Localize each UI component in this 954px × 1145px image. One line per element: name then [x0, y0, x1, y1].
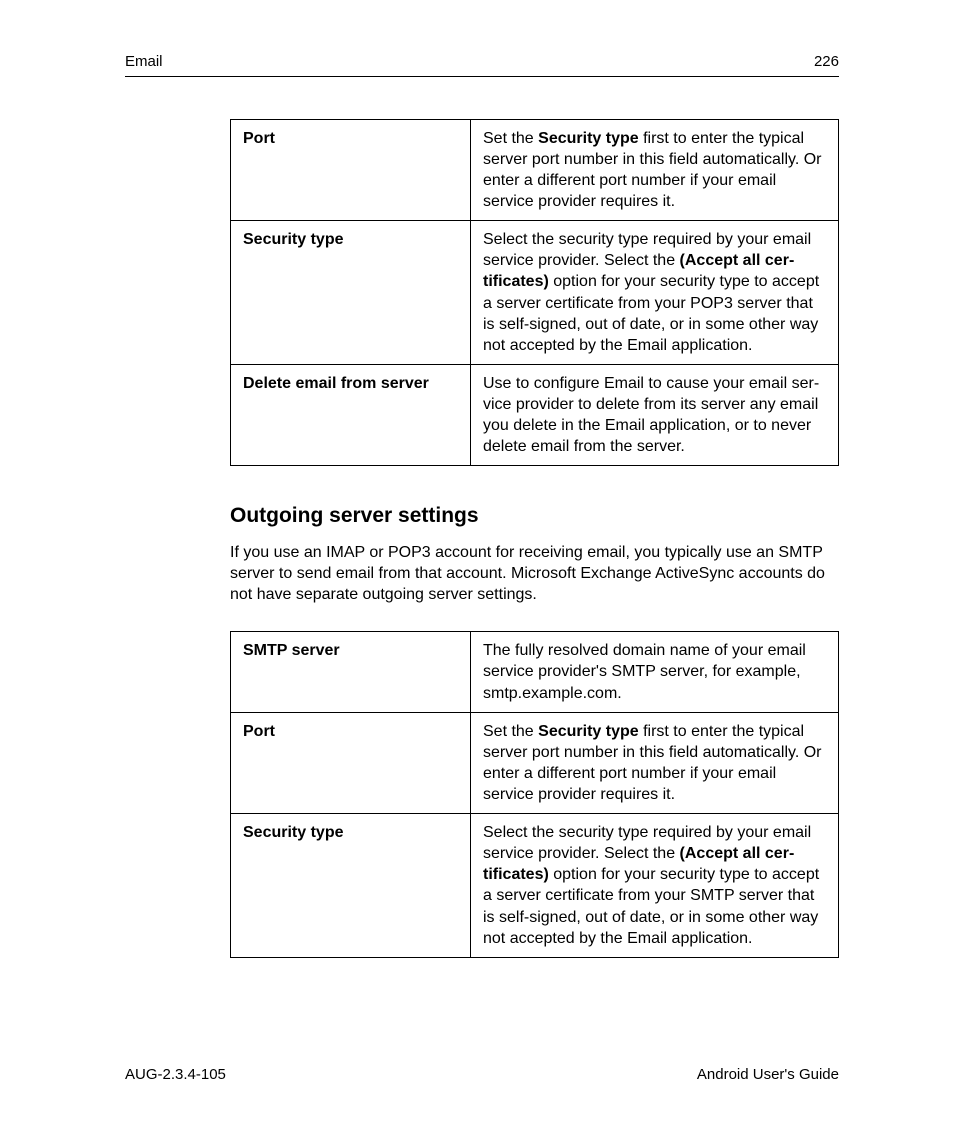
section-intro: If you use an IMAP or POP3 account for r… [230, 542, 839, 605]
setting-description: Select the security type required by you… [471, 814, 839, 958]
setting-label: Security type [231, 814, 471, 958]
setting-label: Security type [231, 221, 471, 365]
footer-doc-title: Android User's Guide [697, 1065, 839, 1085]
table-row: Port Set the Security type first to ente… [231, 712, 839, 813]
desc-text: Use to configure Email to cause your ema… [483, 375, 819, 455]
running-header: Email 226 [125, 52, 839, 77]
header-page-number: 226 [814, 52, 839, 72]
setting-description: Set the Security type first to enter the… [471, 119, 839, 220]
desc-text: The fully resolved domain name of your e… [483, 642, 806, 701]
setting-description: Select the security type required by you… [471, 221, 839, 365]
table-row: Security type Select the security type r… [231, 814, 839, 958]
setting-label: Port [231, 119, 471, 220]
table-row: Delete email from server Use to configur… [231, 364, 839, 465]
setting-description: Use to configure Email to cause your ema… [471, 364, 839, 465]
setting-label: Delete email from server [231, 364, 471, 465]
section-heading: Outgoing server settings [230, 502, 839, 530]
outgoing-settings-table: SMTP server The fully resolved domain na… [230, 631, 839, 957]
desc-text: Set the [483, 723, 538, 740]
page: Email 226 Port Set the Security type fir… [0, 0, 954, 1145]
footer-doc-id: AUG-2.3.4-105 [125, 1065, 226, 1085]
desc-bold: Security type [538, 130, 638, 147]
setting-description: Set the Security type first to enter the… [471, 712, 839, 813]
desc-text: Set the [483, 130, 538, 147]
running-footer: AUG-2.3.4-105 Android User's Guide [125, 1065, 839, 1085]
setting-description: The fully resolved domain name of your e… [471, 632, 839, 712]
table-row: Security type Select the security type r… [231, 221, 839, 365]
content-area: Port Set the Security type first to ente… [125, 119, 839, 958]
header-section: Email [125, 52, 163, 72]
table-row: Port Set the Security type first to ente… [231, 119, 839, 220]
setting-label: SMTP server [231, 632, 471, 712]
desc-bold: Security type [538, 723, 638, 740]
setting-label: Port [231, 712, 471, 813]
incoming-settings-table: Port Set the Security type first to ente… [230, 119, 839, 467]
table-row: SMTP server The fully resolved domain na… [231, 632, 839, 712]
